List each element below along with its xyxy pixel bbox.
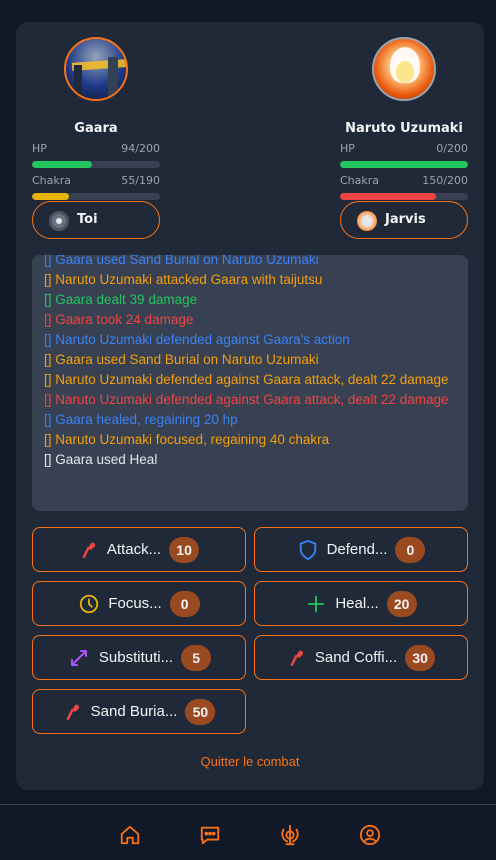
swap-icon <box>67 646 91 670</box>
action-button[interactable]: Attack... 10 <box>32 527 246 572</box>
action-button[interactable]: Heal... 20 <box>254 581 468 626</box>
action-button[interactable]: Focus... 0 <box>32 581 246 626</box>
battle-card: Gaara HP 94/200 Chakra 55/190 Naruto Uzu… <box>16 22 484 790</box>
action-label: Sand Buria... <box>90 703 178 720</box>
log-entry: [] Gaara used Sand Burial on Naruto Uzum… <box>44 255 319 267</box>
action-label: Attack... <box>106 541 162 558</box>
hp-fill <box>32 161 93 168</box>
opponent-avatar-icon <box>357 211 377 231</box>
plus-icon <box>305 593 327 615</box>
player2-tag-button[interactable]: Jarvis <box>340 201 468 239</box>
clock-icon <box>78 593 100 615</box>
combat-log-list: [] Gaara used Sand Burial on Naruto Uzum… <box>44 255 460 470</box>
player1-tag-label: Toi <box>77 212 98 227</box>
player1-name: Gaara <box>74 121 118 136</box>
action-button[interactable]: Substituti... 5 <box>32 635 246 680</box>
action-button[interactable]: Defend... 0 <box>254 527 468 572</box>
chakra-label: Chakra <box>32 174 72 187</box>
hp-value: 94/200 <box>121 142 160 155</box>
chakra-bar <box>340 193 468 200</box>
chakra-label: Chakra <box>340 174 380 187</box>
log-entry: [] Gaara dealt 39 damage <box>44 292 198 307</box>
attack-icon <box>79 540 99 560</box>
log-entry: [] Gaara used Sand Burial on Naruto Uzum… <box>44 352 319 367</box>
action-label: Sand Coffi... <box>314 649 398 666</box>
log-entry: [] Naruto Uzumaki defended against Gaara… <box>44 392 449 407</box>
log-entry: [] Gaara used Heal <box>44 452 158 467</box>
quit-combat-link[interactable]: Quitter le combat <box>16 754 484 769</box>
action-cost-badge: 10 <box>169 536 200 563</box>
log-entry: [] Naruto Uzumaki focused, regaining 40 … <box>44 432 330 447</box>
chakra-value: 55/190 <box>121 174 160 187</box>
home-icon[interactable] <box>119 824 141 846</box>
log-entry: [] Naruto Uzumaki attacked Gaara with ta… <box>44 272 323 287</box>
hp-fill <box>340 161 468 168</box>
shield-icon <box>297 539 319 561</box>
user-avatar-icon <box>49 211 69 231</box>
action-button[interactable]: Sand Buria... 50 <box>32 689 246 734</box>
action-cost-badge: 50 <box>185 698 216 725</box>
attack-icon <box>287 648 307 668</box>
hp-value: 0/200 <box>436 142 468 155</box>
khanda-icon[interactable] <box>279 824 301 846</box>
hp-label: HP <box>340 142 355 155</box>
action-cost-badge: 0 <box>169 590 200 617</box>
player2-tag-label: Jarvis <box>385 212 426 227</box>
hp-label: HP <box>32 142 47 155</box>
profile-icon[interactable] <box>359 824 381 846</box>
action-button[interactable]: Sand Coffi... 30 <box>254 635 468 680</box>
action-label: Focus... <box>108 595 162 612</box>
chakra-fill <box>32 193 70 200</box>
log-entry: [] Gaara took 24 damage <box>44 312 194 327</box>
action-label: Heal... <box>335 595 379 612</box>
hp-bar <box>340 161 468 168</box>
action-label: Substituti... <box>98 649 174 666</box>
chakra-value: 150/200 <box>422 174 468 187</box>
action-cost-badge: 30 <box>405 644 436 671</box>
attack-icon <box>63 702 83 722</box>
player1-tag-button[interactable]: Toi <box>32 201 160 239</box>
action-cost-badge: 0 <box>395 536 426 563</box>
player2-avatar <box>372 37 436 101</box>
log-entry: [] Naruto Uzumaki defended against Gaara… <box>44 332 350 347</box>
action-cost-badge: 20 <box>386 590 417 617</box>
log-entry: [] Naruto Uzumaki defended against Gaara… <box>44 372 449 387</box>
chakra-fill <box>340 193 436 200</box>
action-label: Defend... <box>326 541 388 558</box>
log-entry: [] Gaara healed, regaining 20 hp <box>44 412 238 427</box>
chat-icon[interactable] <box>199 824 221 846</box>
bottom-nav <box>0 804 496 860</box>
hp-bar <box>32 161 160 168</box>
chakra-bar <box>32 193 160 200</box>
action-cost-badge: 5 <box>181 644 212 671</box>
player2-name: Naruto Uzumaki <box>345 121 463 136</box>
player1-avatar <box>64 37 128 101</box>
combat-log[interactable]: [] Gaara used Sand Burial on Naruto Uzum… <box>32 255 468 511</box>
